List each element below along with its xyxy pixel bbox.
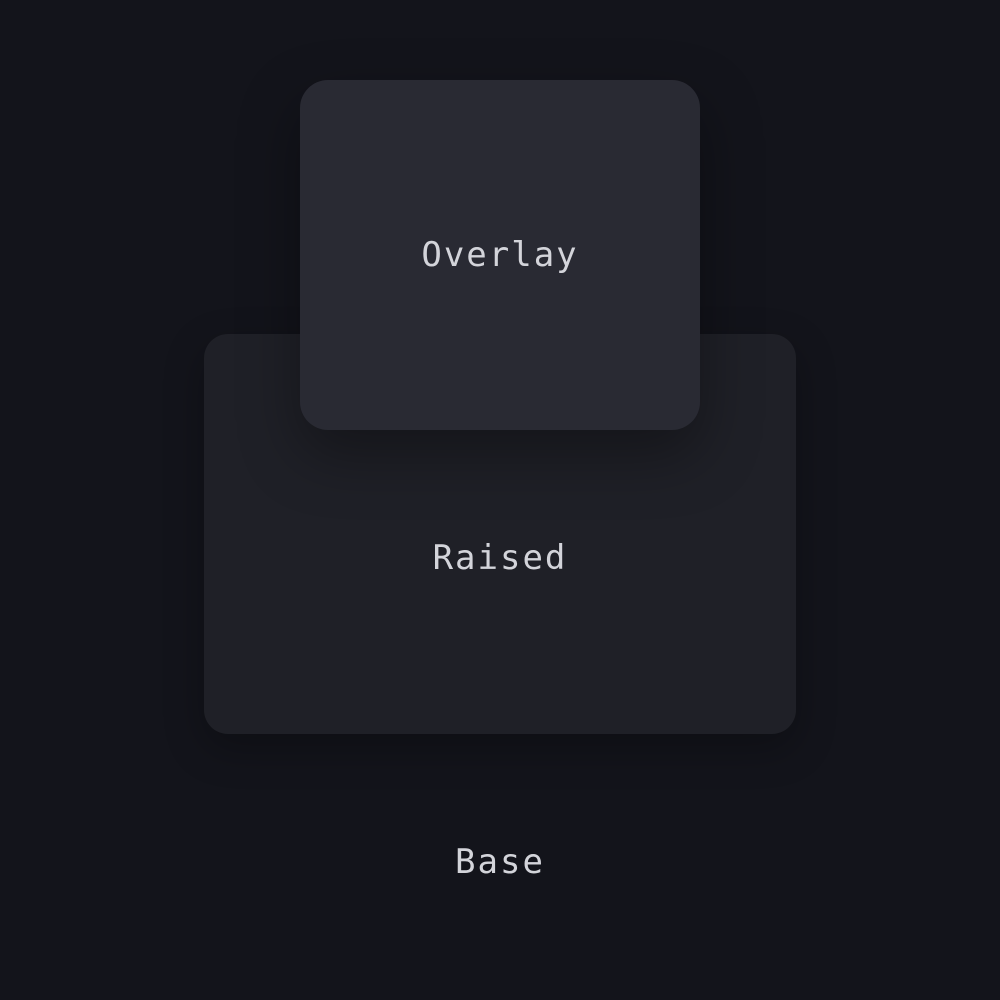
elevation-stage: Raised Overlay Base <box>0 0 1000 1000</box>
overlay-surface: Overlay <box>300 80 700 430</box>
overlay-label: Overlay <box>421 235 579 275</box>
base-label: Base <box>455 842 545 882</box>
raised-label: Raised <box>432 538 568 578</box>
